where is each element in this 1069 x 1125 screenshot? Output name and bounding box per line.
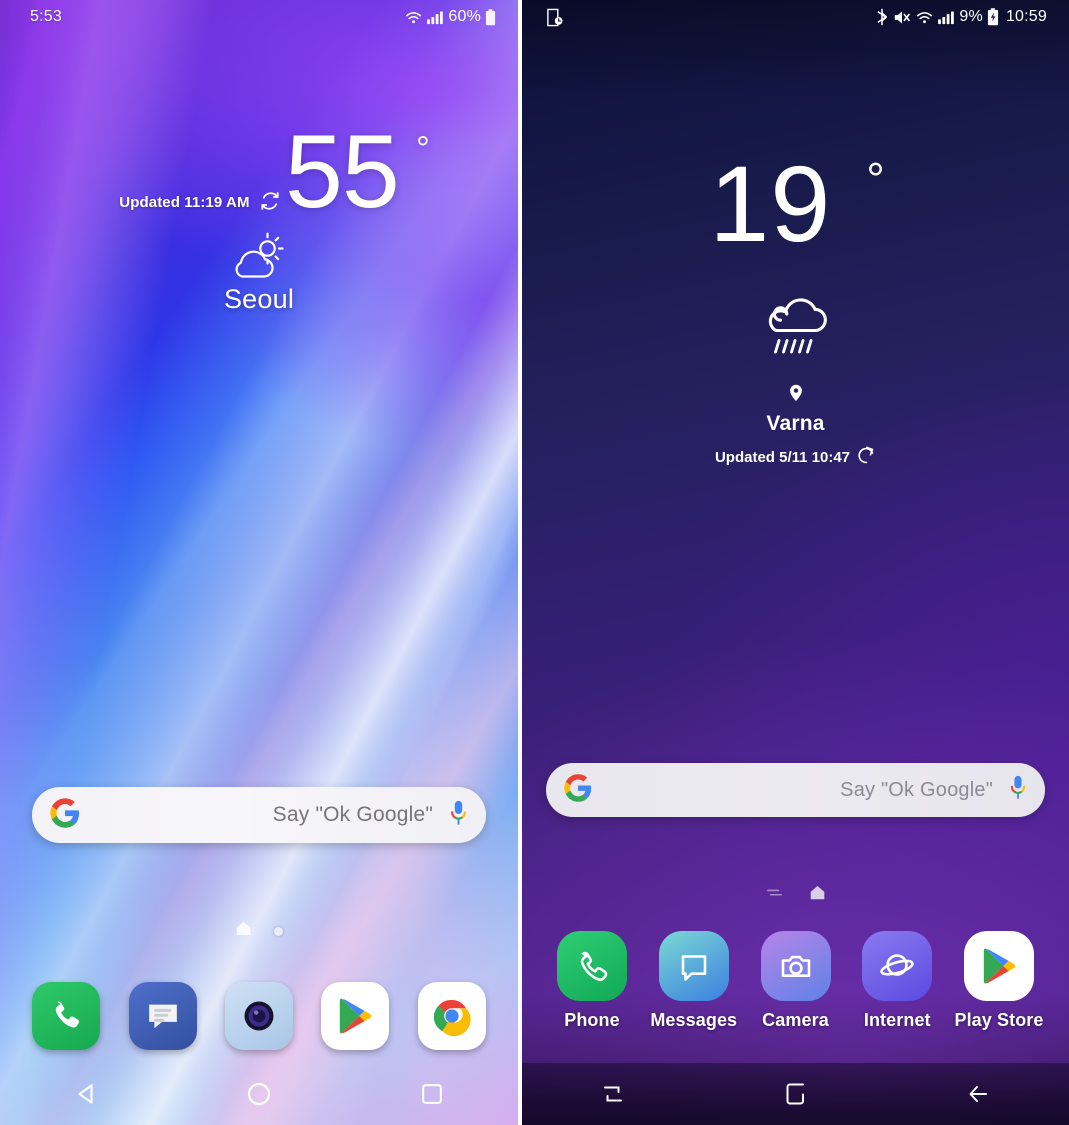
dock-icon-phone[interactable]: [557, 931, 627, 1001]
recents-square-icon[interactable]: [387, 1063, 477, 1125]
battery-percent: 60%: [448, 8, 481, 25]
google-search-bar[interactable]: Say "Ok Google": [32, 787, 486, 843]
panel-divider: [518, 0, 522, 1125]
app-label: Phone: [564, 1010, 620, 1030]
app-label: Messages: [650, 1010, 738, 1030]
weather-updated-row[interactable]: Updated 11:19 AM: [119, 190, 280, 216]
search-placeholder[interactable]: Say "Ok Google": [592, 779, 1009, 802]
app-camera[interactable]: Camera: [750, 931, 842, 1031]
home-square-icon[interactable]: [750, 1063, 840, 1125]
app-label: Play Store: [954, 1010, 1044, 1030]
weather-temperature: 19 °: [709, 150, 886, 258]
status-clock: 10:59: [1005, 8, 1047, 25]
degree-symbol: °: [416, 130, 430, 168]
back-arrow-icon[interactable]: [933, 1063, 1023, 1125]
dock-icon-camera[interactable]: [224, 982, 293, 1050]
dock-icon-camera[interactable]: [760, 931, 831, 1001]
location-pin-icon: [522, 384, 1069, 406]
dock-icon-messages[interactable]: [658, 931, 729, 1001]
signal-icon: [938, 10, 955, 25]
dock-icon-internet[interactable]: [862, 931, 933, 1001]
right-phone-screen: 9% 10:59 19 ° Varna Updated 5/11 10:47 S…: [522, 0, 1069, 1125]
left-dock: [0, 982, 518, 1050]
temperature-value: 19: [709, 143, 832, 264]
battery-icon: [485, 8, 496, 26]
left-phone-screen: 5:53 60% Updated 11:19 AM 55 ° Seoul Say…: [0, 0, 518, 1125]
app-phone[interactable]: Phone: [546, 931, 638, 1031]
right-weather-widget[interactable]: 19 ° Varna Updated 5/11 10:47: [522, 150, 1069, 469]
app-play-store[interactable]: Play Store: [953, 931, 1045, 1031]
weather-city: Varna: [766, 412, 825, 435]
right-dock: Phone Messages Camera Internet Play Stor…: [522, 931, 1069, 1031]
rain-cloud-icon: [522, 284, 1069, 360]
google-search-bar[interactable]: Say "Ok Google": [546, 763, 1045, 817]
left-page-indicator[interactable]: [0, 920, 518, 942]
home-page-icon[interactable]: [235, 920, 252, 942]
weather-temperature: 55 °: [285, 120, 430, 224]
screen-timeout-icon: [546, 8, 563, 27]
app-label: Internet: [863, 1010, 931, 1030]
page-dot[interactable]: [274, 926, 283, 936]
weather-updated-row[interactable]: Updated 5/11 10:47: [715, 446, 876, 469]
dock-icon-chrome[interactable]: [417, 982, 486, 1050]
mute-icon: [893, 9, 911, 26]
wifi-icon: [404, 10, 423, 25]
bluetooth-icon: [875, 8, 889, 26]
home-circle-icon[interactable]: [214, 1063, 304, 1125]
side-by-side-home-screens: 5:53 60% Updated 11:19 AM 55 ° Seoul Say…: [0, 0, 1069, 1125]
weather-city: Seoul: [223, 283, 295, 314]
refresh-icon[interactable]: [857, 446, 876, 469]
temperature-value: 55: [285, 114, 400, 230]
right-navigation-bar: [522, 1063, 1069, 1125]
home-page-icon[interactable]: [809, 884, 826, 906]
degree-symbol: °: [866, 153, 886, 205]
dock-icon-play-store[interactable]: [964, 931, 1034, 1001]
right-status-bar: 9% 10:59: [522, 0, 1069, 34]
wifi-icon: [915, 10, 934, 25]
refresh-icon[interactable]: [259, 190, 281, 216]
bixby-feed-icon[interactable]: [766, 886, 783, 905]
weather-updated-label: Updated 11:19 AM: [119, 194, 250, 211]
microphone-icon[interactable]: [449, 800, 468, 831]
weather-updated-label: Updated 5/11 10:47: [714, 449, 851, 466]
recents-lines-icon[interactable]: [568, 1063, 658, 1125]
left-weather-widget[interactable]: Updated 11:19 AM 55 ° Seoul: [0, 118, 518, 315]
partly-cloudy-icon: [0, 232, 518, 280]
battery-percent: 9%: [959, 8, 983, 25]
signal-icon: [427, 10, 444, 25]
dock-icon-phone[interactable]: [32, 982, 101, 1050]
left-navigation-bar: [0, 1063, 518, 1125]
back-triangle-icon[interactable]: [41, 1063, 131, 1125]
dock-icon-messages[interactable]: [128, 982, 197, 1050]
right-page-indicator[interactable]: [522, 884, 1069, 906]
app-label: Camera: [762, 1010, 829, 1030]
left-status-bar: 5:53 60%: [0, 0, 518, 34]
google-g-icon: [50, 797, 80, 833]
microphone-icon[interactable]: [1009, 775, 1027, 805]
dock-icon-play-store[interactable]: [321, 982, 390, 1050]
status-clock: 5:53: [30, 8, 62, 25]
google-g-icon: [564, 773, 592, 807]
search-placeholder[interactable]: Say "Ok Google": [80, 803, 449, 827]
battery-charging-icon: [987, 8, 999, 26]
app-internet[interactable]: Internet: [851, 931, 943, 1031]
app-messages[interactable]: Messages: [648, 931, 740, 1031]
